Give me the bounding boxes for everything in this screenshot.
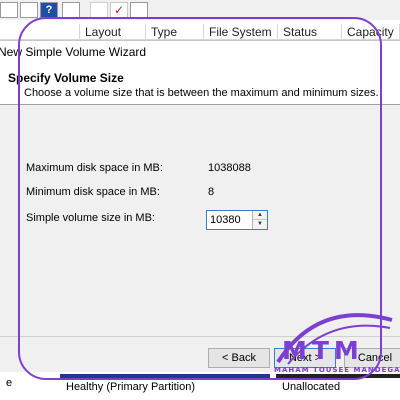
checkmark-icon[interactable]: ✓ [110,2,128,18]
cancel-button[interactable]: Cancel [344,348,400,368]
column-header-file-system[interactable]: File System [204,24,278,40]
rescan-icon[interactable] [130,2,148,18]
volume-size-input[interactable] [207,211,256,229]
page-subtitle: Choose a volume size that is between the… [24,87,379,99]
column-header-volume[interactable] [0,24,80,40]
wizard-title: New Simple Volume Wizard [0,45,147,59]
next-button[interactable]: Next > [274,348,336,368]
volume-size-label: Simple volume size in MB: [26,212,155,224]
column-header-status[interactable]: Status [278,24,342,40]
spin-buttons: ▲ ▼ [252,211,267,229]
grid-view-icon[interactable] [0,2,18,18]
new-simple-volume-wizard: New Simple Volume Wizard Specify Volume … [0,40,400,372]
wizard-title-bar[interactable]: New Simple Volume Wizard [0,40,400,62]
back-button[interactable]: < Back [208,348,270,368]
volume-size-stepper[interactable]: ▲ ▼ [206,210,268,230]
column-header-layout[interactable]: Layout [80,24,146,40]
help-icon[interactable]: ? [40,2,58,18]
unallocated-region[interactable]: Unallocated [276,374,400,400]
disk-list-icon[interactable] [20,2,38,18]
spin-down-icon[interactable]: ▼ [253,220,267,229]
button-divider [0,336,400,337]
wizard-page-header: Specify Volume Size Choose a volume size… [0,61,400,105]
min-disk-space-value: 8 [208,186,215,198]
column-header-type[interactable]: Type [146,24,204,40]
disk-label: e [6,377,13,389]
toolbar: ? ✓ [0,0,400,20]
column-header-capacity[interactable]: Capacity [342,24,400,40]
disk-map: e Healthy (Primary Partition) Unallocate… [0,372,400,400]
max-disk-space-value: 1038088 [208,162,251,174]
properties-icon[interactable] [62,2,80,18]
page-heading: Specify Volume Size [8,71,124,85]
spin-up-icon[interactable]: ▲ [253,211,267,220]
connect-icon[interactable] [90,2,108,18]
min-disk-space-label: Minimum disk space in MB: [26,186,160,198]
max-disk-space-label: Maximum disk space in MB: [26,162,163,174]
partition-status[interactable]: Healthy (Primary Partition) [60,374,270,400]
